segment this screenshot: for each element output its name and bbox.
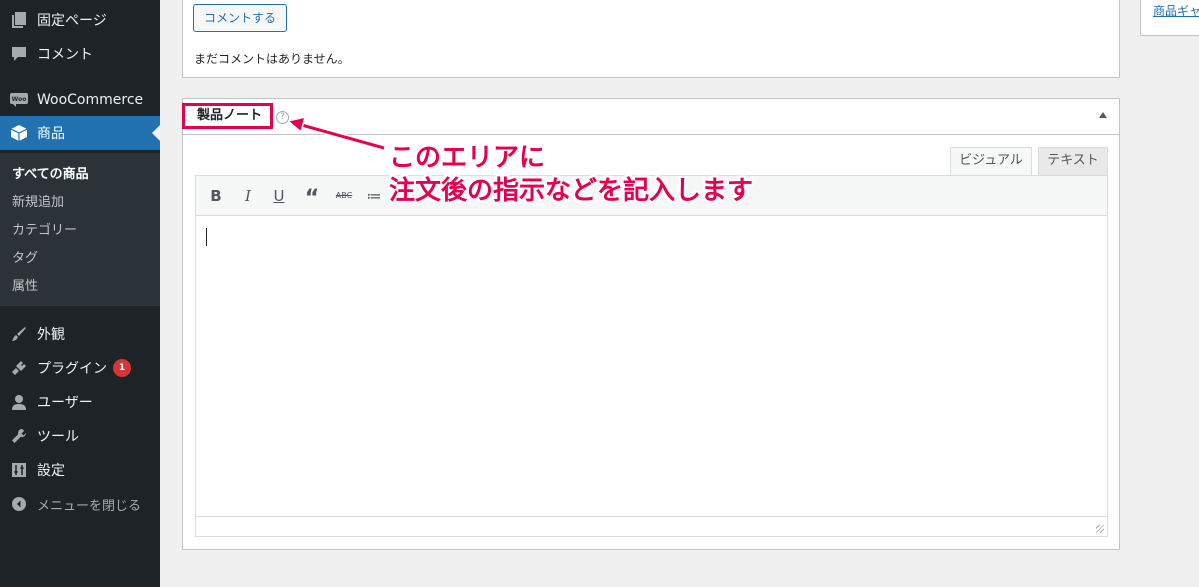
bullet-list-button[interactable]: ≔ bbox=[362, 186, 386, 206]
bold-button[interactable]: B bbox=[204, 186, 228, 206]
sidebar-item-label: 商品 bbox=[37, 126, 65, 142]
page-icon bbox=[10, 11, 28, 29]
sidebar-item-tools[interactable]: ツール bbox=[0, 419, 160, 453]
sidebar-item-label: 設定 bbox=[37, 463, 65, 479]
sidebar-item-label: WooCommerce bbox=[37, 92, 144, 108]
collapse-toggle-icon[interactable] bbox=[1099, 112, 1107, 118]
no-comments-text: まだコメントはありません。 bbox=[194, 52, 350, 66]
annotation-line-2: 注文後の指示などを記入します bbox=[389, 176, 754, 206]
editor-content-area[interactable] bbox=[196, 217, 1107, 517]
product-gallery-metabox: 商品ギャ bbox=[1140, 0, 1199, 36]
user-icon bbox=[10, 393, 28, 411]
sidebar-item-label: コメント bbox=[37, 47, 93, 63]
brush-icon bbox=[10, 325, 28, 343]
collapse-menu-button[interactable]: メニューを閉じる bbox=[0, 487, 160, 521]
submenu-categories[interactable]: カテゴリー bbox=[12, 219, 77, 238]
comment-icon bbox=[10, 45, 28, 63]
sidebar-item-appearance[interactable]: 外観 bbox=[0, 317, 160, 351]
sidebar-item-products[interactable]: 商品 bbox=[0, 116, 160, 150]
metabox-title: 製品ノート bbox=[182, 103, 274, 129]
sidebar-item-woocommerce[interactable]: Woo WooCommerce bbox=[0, 83, 160, 117]
sidebar-item-plugins[interactable]: プラグイン 1 bbox=[0, 351, 160, 385]
sidebar-item-label: プラグイン bbox=[37, 361, 107, 377]
sidebar-item-users[interactable]: ユーザー bbox=[0, 385, 160, 419]
settings-icon bbox=[10, 461, 28, 479]
submenu-tags[interactable]: タグ bbox=[12, 247, 38, 266]
add-comment-button[interactable]: コメントする bbox=[193, 4, 288, 32]
admin-sidebar: 固定ページ コメント Woo WooCommerce 商品 すべての商品 新規追… bbox=[0, 0, 160, 587]
annotation-text: このエリアに 注文後の指示などを記入します bbox=[389, 142, 753, 208]
comments-metabox: コメントする まだコメントはありません。 bbox=[182, 0, 1120, 78]
sidebar-item-settings[interactable]: 設定 bbox=[0, 453, 160, 487]
italic-button[interactable]: I bbox=[236, 186, 260, 206]
product-gallery-link[interactable]: 商品ギャ bbox=[1153, 2, 1199, 19]
sidebar-item-comments[interactable]: コメント bbox=[0, 37, 160, 71]
sidebar-item-label: ユーザー bbox=[37, 395, 93, 411]
submenu-all-products[interactable]: すべての商品 bbox=[12, 163, 89, 182]
submenu-attributes[interactable]: 属性 bbox=[12, 275, 38, 294]
wrench-icon bbox=[10, 427, 28, 445]
text-caret bbox=[206, 228, 207, 246]
editor-statusbar bbox=[196, 516, 1107, 536]
sidebar-item-label: メニューを閉じる bbox=[37, 498, 142, 514]
submenu-add-new[interactable]: 新規追加 bbox=[12, 191, 64, 210]
collapse-icon bbox=[10, 495, 28, 513]
sidebar-item-label: 外観 bbox=[37, 327, 65, 343]
plugin-update-badge: 1 bbox=[113, 359, 131, 377]
product-box-icon bbox=[10, 124, 28, 142]
strikethrough-button[interactable]: ABC bbox=[332, 186, 356, 206]
sidebar-item-pages[interactable]: 固定ページ bbox=[0, 3, 160, 37]
blockquote-button[interactable]: “ bbox=[300, 186, 324, 211]
svg-text:Woo: Woo bbox=[12, 96, 27, 103]
rich-text-editor: B I U “ ABC ≔ bbox=[195, 175, 1108, 537]
sidebar-item-label: ツール bbox=[37, 429, 79, 445]
sidebar-item-label: 固定ページ bbox=[37, 13, 107, 29]
annotation-line-1: このエリアに bbox=[389, 143, 546, 173]
woo-icon: Woo bbox=[10, 91, 28, 109]
current-menu-arrow bbox=[152, 125, 160, 141]
tab-text[interactable]: テキスト bbox=[1038, 147, 1108, 175]
products-submenu: すべての商品 新規追加 カテゴリー タグ 属性 bbox=[0, 153, 160, 306]
underline-button[interactable]: U bbox=[267, 186, 291, 206]
plugin-icon bbox=[10, 359, 28, 377]
main-content: コメントする まだコメントはありません。 商品ギャ 製品ノート ? ビジュアル … bbox=[160, 0, 1199, 587]
tab-visual[interactable]: ビジュアル bbox=[950, 147, 1032, 175]
resize-handle-icon[interactable] bbox=[1096, 525, 1104, 533]
annotation-arrow bbox=[288, 115, 385, 151]
